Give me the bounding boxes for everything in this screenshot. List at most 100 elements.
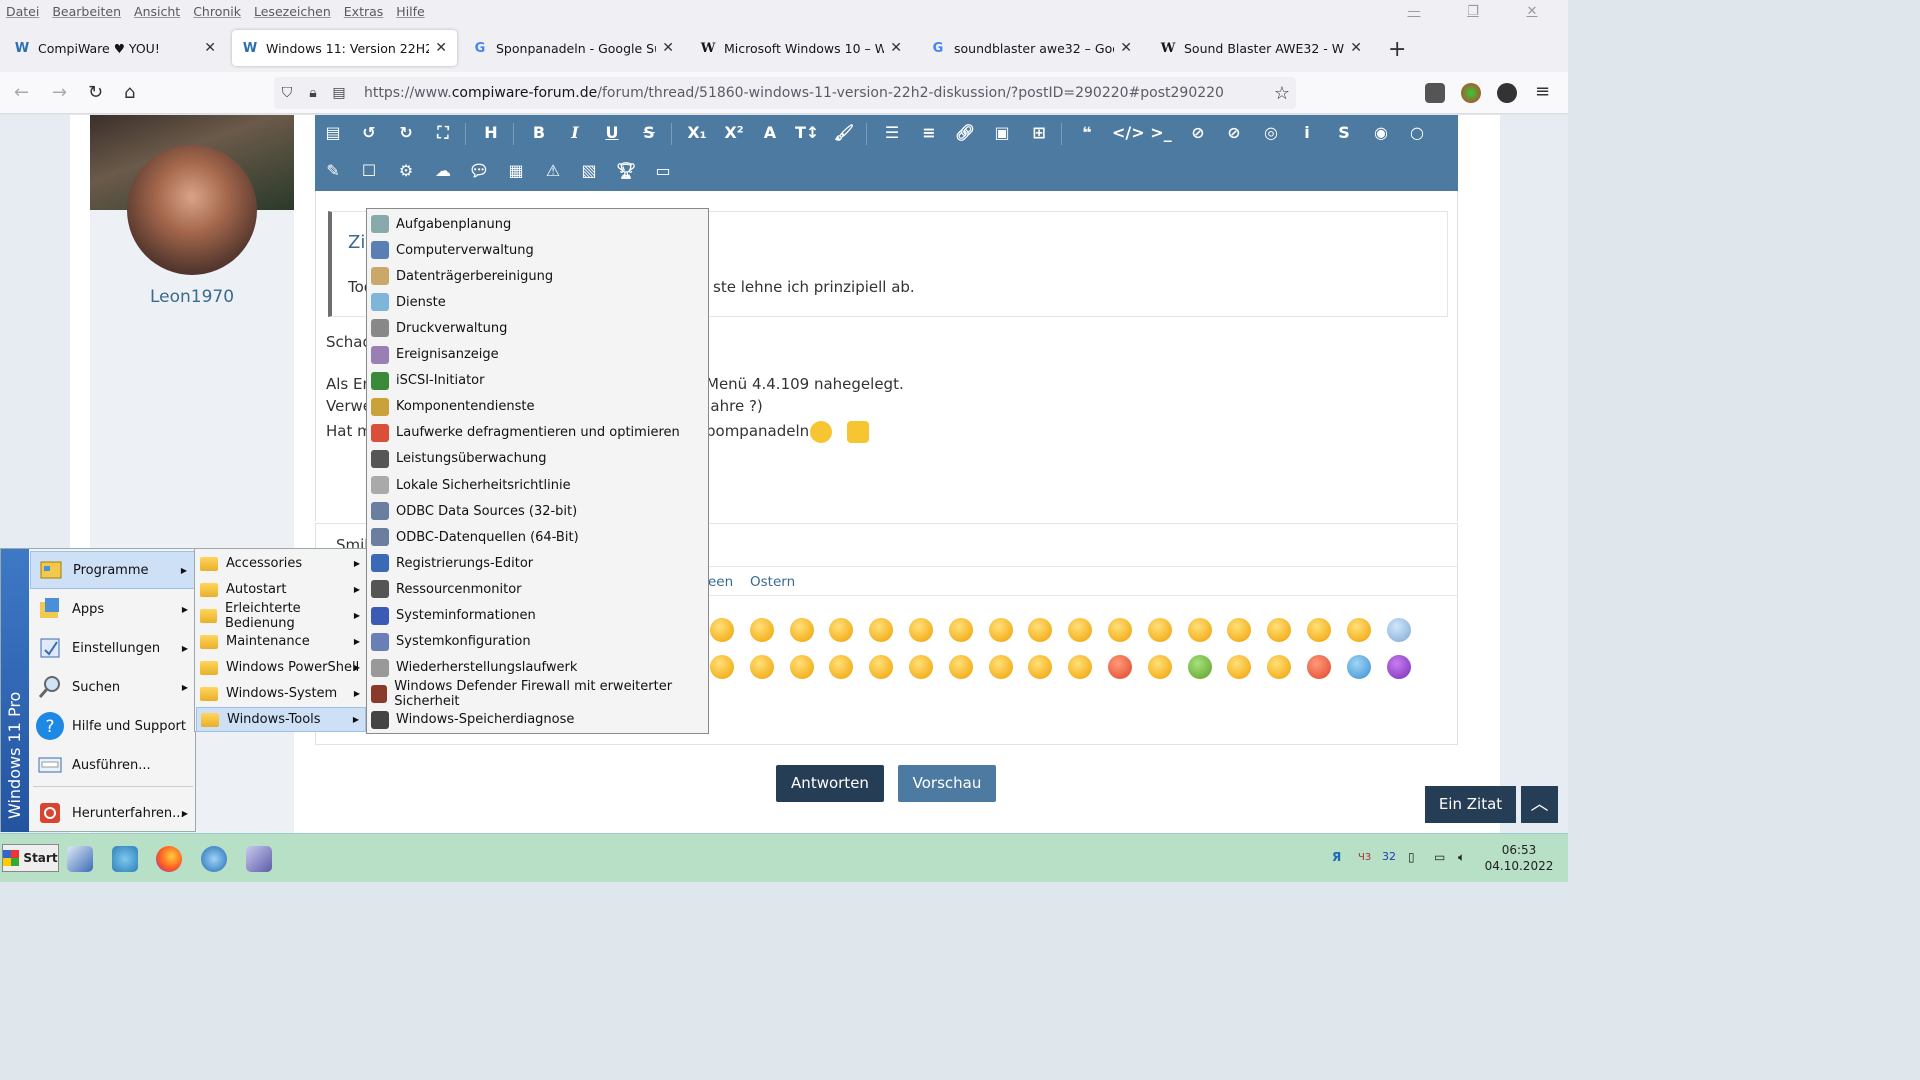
start-item-hilfe[interactable]: ? Hilfe und Support: [30, 707, 196, 745]
smiley-icon[interactable]: [710, 618, 734, 642]
smiley-icon[interactable]: [948, 655, 973, 679]
ring-icon[interactable]: ○: [1405, 123, 1429, 142]
pencil-icon[interactable]: ✎: [321, 161, 345, 180]
firefox-icon[interactable]: [156, 846, 182, 872]
tool-item[interactable]: iSCSI-Initiator: [369, 368, 707, 394]
preview-button[interactable]: Vorschau: [898, 765, 996, 802]
smiley-icon[interactable]: [909, 655, 933, 679]
quote-button[interactable]: Ein Zitat: [1425, 786, 1516, 823]
tray-icon-3[interactable]: 32: [1382, 850, 1396, 863]
tool-item[interactable]: Lokale Sicherheitsrichtlinie: [369, 472, 707, 498]
smiley-icon[interactable]: [1307, 655, 1331, 679]
forward-icon[interactable]: →: [52, 82, 67, 103]
start-button[interactable]: Start: [2, 844, 59, 872]
program-windows-system[interactable]: Windows-System ▶: [196, 681, 366, 706]
minimize-icon[interactable]: —: [1391, 4, 1437, 19]
network-icon[interactable]: ▭: [1434, 850, 1445, 864]
menu-ansicht[interactable]: Ansicht: [134, 4, 180, 19]
tool-item[interactable]: Systeminformationen: [369, 603, 707, 629]
tool-item[interactable]: Windows Defender Firewall mit erweiterte…: [369, 679, 707, 709]
paint-icon[interactable]: [246, 846, 272, 872]
inline-code-icon[interactable]: >_: [1149, 123, 1173, 142]
new-tab-icon[interactable]: +: [1388, 37, 1406, 62]
close-tab-icon[interactable]: ✕: [890, 40, 902, 56]
tool-item[interactable]: Registrierungs-Editor: [369, 550, 707, 576]
quote-icon[interactable]: ❝: [1075, 123, 1099, 142]
program-maintenance[interactable]: Maintenance ▶: [196, 629, 366, 654]
smiley-icon[interactable]: [1068, 618, 1093, 642]
extension-icon[interactable]: [1461, 83, 1481, 103]
smiley-icon[interactable]: [1147, 618, 1172, 642]
url-bar[interactable]: ⛉ 🔒︎ ▤ https://www.compiware-forum.de/fo…: [274, 77, 1296, 109]
restore-icon[interactable]: ❐: [1450, 4, 1496, 19]
list-icon[interactable]: ☰: [880, 123, 904, 142]
shield-icon[interactable]: ⛉: [274, 85, 300, 101]
smiley-icon[interactable]: [988, 655, 1013, 679]
smiley-icon[interactable]: [1267, 655, 1292, 679]
smiley-icon[interactable]: [1227, 655, 1252, 679]
smiley-icon[interactable]: [1108, 655, 1132, 679]
hide-icon[interactable]: ⊘: [1222, 123, 1246, 142]
gear-icon[interactable]: ⚙: [394, 161, 418, 180]
smiley-icon[interactable]: [1028, 655, 1053, 679]
menu-datei[interactable]: Datei: [6, 4, 39, 19]
menu-hilfe[interactable]: Hilfe: [396, 4, 424, 19]
close-window-icon[interactable]: ✕: [1509, 4, 1555, 19]
ublock-icon[interactable]: [1425, 83, 1445, 103]
program-erleichterte-bedienung[interactable]: Erleichterte Bedienung ▶: [196, 601, 366, 631]
smiley-icon[interactable]: [869, 655, 894, 679]
lock-icon[interactable]: 🔒︎: [300, 85, 326, 101]
subscript-icon[interactable]: X₁: [685, 123, 709, 142]
redo-icon[interactable]: ↻: [394, 123, 418, 142]
tab-wikipedia-win10[interactable]: W Microsoft Windows 10 – Wikipe ✕: [690, 30, 912, 66]
smiley-icon[interactable]: [948, 618, 973, 642]
font-color-icon[interactable]: A: [758, 123, 782, 142]
close-tab-icon[interactable]: ✕: [1350, 40, 1362, 56]
tool-item[interactable]: Systemkonfiguration: [369, 629, 707, 655]
start-item-ausfuehren[interactable]: Ausführen...: [30, 746, 196, 784]
start-item-programme[interactable]: Programme ▶: [30, 551, 196, 589]
back-icon[interactable]: ←: [14, 82, 29, 103]
smiley-icon[interactable]: [869, 618, 894, 642]
tool-item[interactable]: Laufwerke defragmentieren und optimieren: [369, 420, 707, 446]
brush-icon[interactable]: 🖌︎: [832, 123, 856, 142]
reload-icon[interactable]: ↻: [88, 82, 103, 103]
close-tab-icon[interactable]: ✕: [204, 40, 216, 56]
tab-windows11[interactable]: W Windows 11: Version 22H2 - Di ✕: [232, 30, 457, 66]
settings-taskbar-icon[interactable]: [67, 846, 93, 872]
image-icon[interactable]: ▣: [990, 123, 1014, 142]
smiley-icon[interactable]: [1346, 655, 1371, 679]
smiley-icon[interactable]: [749, 655, 774, 679]
home-icon[interactable]: ⌂: [124, 82, 135, 103]
smiley-icon[interactable]: [1267, 618, 1292, 642]
underline-icon[interactable]: U: [600, 123, 624, 142]
network-taskbar-icon[interactable]: [112, 846, 138, 872]
smiley-icon[interactable]: [1068, 655, 1093, 679]
tool-item[interactable]: Datenträgerbereinigung: [369, 263, 707, 289]
smiley-icon[interactable]: [1187, 655, 1212, 679]
smiley-icon[interactable]: [1227, 618, 1252, 642]
program-windows-tools[interactable]: Windows-Tools ▶: [196, 707, 366, 732]
trophy-icon[interactable]: 🏆︎: [614, 161, 638, 180]
steam-icon[interactable]: S: [1332, 123, 1356, 142]
thunderbird-icon[interactable]: [201, 846, 227, 872]
close-tab-icon[interactable]: ✕: [1120, 40, 1132, 56]
start-item-apps[interactable]: Apps ▶: [30, 590, 196, 628]
tool-item[interactable]: Dienste: [369, 289, 707, 315]
smiley-icon[interactable]: [1386, 655, 1411, 679]
tool-item[interactable]: Windows-Speicherdiagnose: [369, 707, 707, 733]
mention-icon[interactable]: ◎: [1259, 123, 1283, 142]
tool-item[interactable]: Leistungsüberwachung: [369, 446, 707, 472]
smiley-icon[interactable]: [1187, 618, 1212, 642]
table-icon[interactable]: ⊞: [1027, 123, 1051, 142]
tray-icon-1[interactable]: Я: [1332, 850, 1341, 864]
menu-extras[interactable]: Extras: [344, 4, 384, 19]
close-tab-icon[interactable]: ✕: [662, 40, 674, 56]
strikethrough-icon[interactable]: S: [637, 123, 661, 142]
smiley-icon[interactable]: [909, 618, 933, 642]
tool-item[interactable]: Komponentendienste: [369, 394, 707, 420]
start-item-suchen[interactable]: Suchen ▶: [30, 668, 196, 706]
close-tab-icon[interactable]: ✕: [435, 40, 447, 56]
smiley-icon[interactable]: [1307, 618, 1331, 642]
smiley-icon[interactable]: [789, 655, 814, 679]
